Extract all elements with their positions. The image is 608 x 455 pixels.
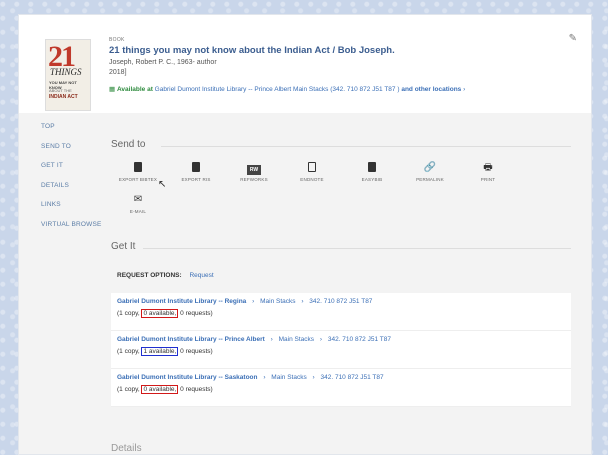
send-to-divider — [161, 146, 571, 147]
chevron-right-icon: › — [312, 374, 315, 381]
refworks-button[interactable]: RW REFWORKS — [231, 161, 277, 182]
export-bibtex-icon — [134, 162, 142, 172]
holding-row[interactable]: Gabriel Dumont Institute Library -- Regi… — [111, 293, 571, 331]
easybib-button[interactable]: EASYBIB — [349, 161, 395, 182]
availability-more-link[interactable]: and other locations — [401, 86, 461, 93]
availability-icon: ▦ — [109, 86, 116, 93]
chevron-right-icon: › — [263, 374, 266, 381]
easybib-icon — [368, 162, 376, 172]
holding-copies: (1 copy, — [117, 348, 140, 355]
holding-requests: 0 requests) — [180, 310, 213, 317]
export-ris-button[interactable]: EXPORT RIS — [173, 161, 219, 182]
pin-icon[interactable]: ✎ — [569, 33, 577, 44]
chevron-right-icon: › — [252, 298, 255, 305]
mouse-cursor-icon: ↖ — [158, 179, 167, 190]
email-label: E-MAIL — [129, 209, 147, 214]
chevron-right-icon: › — [270, 336, 273, 343]
holding-row[interactable]: Gabriel Dumont Institute Library -- Sask… — [111, 369, 571, 407]
nav-item-send-to[interactable]: SEND TO — [41, 143, 111, 163]
chevron-right-icon: › — [463, 86, 466, 93]
details-heading: Details — [111, 443, 142, 454]
record-header: 21 THINGS YOU MAY NOT KNOW ABOUT THE IND… — [19, 15, 591, 113]
endnote-button[interactable]: ENDNOTE — [289, 161, 335, 182]
request-options-label: REQUEST OPTIONS: — [117, 272, 182, 279]
availability-status: Available at — [116, 86, 153, 93]
print-icon: 🖶 — [483, 162, 493, 173]
record-type: BOOK — [109, 37, 125, 43]
email-button[interactable]: ✉ E-MAIL — [115, 193, 161, 214]
record-page: 21 THINGS YOU MAY NOT KNOW ABOUT THE IND… — [18, 14, 592, 455]
record-year: 2018] — [109, 69, 127, 76]
endnote-icon — [308, 162, 316, 172]
print-label: PRINT — [480, 177, 496, 182]
holding-requests: 0 requests) — [180, 348, 213, 355]
holding-collection: Main Stacks — [260, 298, 296, 305]
permalink-button[interactable]: 🔗 PERMALINK — [407, 161, 453, 182]
permalink-icon: 🔗 — [423, 162, 437, 173]
send-to-actions: EXPORT BIBTEX EXPORT RIS RW REFWORKS END… — [115, 161, 515, 221]
get-it-divider — [143, 248, 571, 249]
holding-available-count: 0 available, — [141, 309, 179, 318]
record-author: Joseph, Robert P. C., 1963- author — [109, 59, 217, 66]
holding-collection: Main Stacks — [278, 336, 315, 343]
availability-line[interactable]: ▦ Available at Gabriel Dumont Institute … — [109, 85, 465, 93]
get-it-heading: Get It — [111, 241, 136, 252]
nav-item-virtual-browse[interactable]: VIRTUAL BROWSE — [41, 221, 111, 241]
export-ris-label: EXPORT RIS — [181, 177, 211, 182]
permalink-label: PERMALINK — [416, 177, 444, 182]
print-button[interactable]: 🖶 PRINT — [465, 161, 511, 182]
holding-row[interactable]: Gabriel Dumont Institute Library -- Prin… — [111, 331, 571, 369]
cover-word: THINGS — [50, 67, 82, 77]
email-icon: ✉ — [133, 194, 143, 205]
export-ris-icon — [192, 162, 200, 172]
holding-call-number: 342. 710 872 J51 T87 — [327, 336, 391, 343]
holdings-list: Gabriel Dumont Institute Library -- Regi… — [111, 293, 571, 407]
chevron-right-icon: › — [319, 336, 323, 343]
nav-item-top[interactable]: TOP — [41, 123, 111, 143]
endnote-label: ENDNOTE — [300, 177, 324, 182]
easybib-label: EASYBIB — [361, 177, 383, 182]
request-options: REQUEST OPTIONS: Request — [117, 272, 214, 279]
record-title[interactable]: 21 things you may not know about the Ind… — [109, 45, 395, 56]
nav-item-get-it[interactable]: GET IT — [41, 162, 111, 182]
holding-available-count: 1 available, — [141, 347, 179, 356]
holding-call-number: 342. 710 872 J51 T87 — [320, 374, 384, 381]
nav-item-details[interactable]: DETAILS — [41, 182, 111, 202]
section-nav: TOP SEND TO GET IT DETAILS LINKS VIRTUAL… — [41, 123, 111, 240]
holding-collection: Main Stacks — [271, 374, 307, 381]
cover-line-2: ABOUT THE — [49, 88, 72, 93]
holding-library[interactable]: Gabriel Dumont Institute Library -- Prin… — [117, 336, 265, 343]
send-to-heading: Send to — [111, 139, 146, 150]
holding-available-count: 0 available, — [141, 385, 179, 394]
holding-library[interactable]: Gabriel Dumont Institute Library -- Regi… — [117, 298, 246, 305]
availability-location[interactable]: Gabriel Dumont Institute Library -- Prin… — [155, 86, 400, 93]
cover-line-3: INDIAN ACT — [49, 94, 78, 100]
export-bibtex-button[interactable]: EXPORT BIBTEX — [115, 161, 161, 182]
holding-library[interactable]: Gabriel Dumont Institute Library -- Sask… — [117, 374, 258, 381]
chevron-right-icon: › — [301, 298, 304, 305]
book-cover[interactable]: 21 THINGS YOU MAY NOT KNOW ABOUT THE IND… — [45, 39, 91, 111]
holding-copies: (1 copy, — [117, 386, 140, 393]
refworks-label: REFWORKS — [240, 177, 268, 182]
holding-copies: (1 copy, — [117, 310, 140, 317]
export-bibtex-label: EXPORT BIBTEX — [118, 177, 158, 182]
nav-item-links[interactable]: LINKS — [41, 201, 111, 221]
holding-call-number: 342. 710 872 J51 T87 — [309, 298, 373, 305]
refworks-icon: RW — [247, 165, 261, 175]
holding-requests: 0 requests) — [180, 386, 213, 393]
request-link[interactable]: Request — [189, 272, 213, 279]
